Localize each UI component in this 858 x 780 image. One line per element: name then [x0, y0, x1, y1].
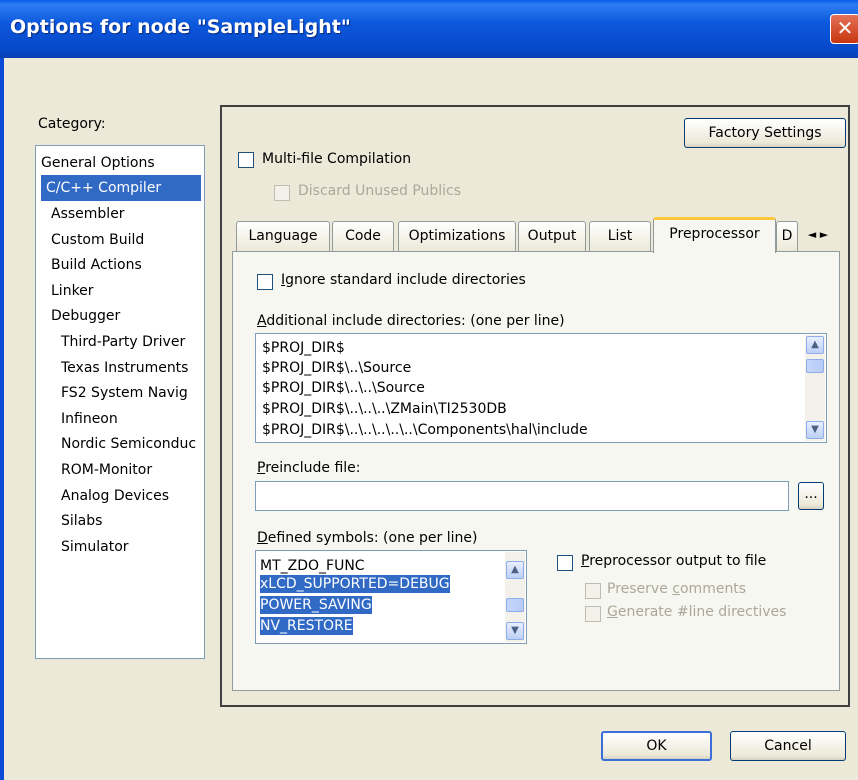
generate-line-directives-label: Generate #line directives: [607, 604, 786, 620]
tab-diagnostics[interactable]: D: [776, 221, 798, 251]
tab-preprocessor[interactable]: Preprocessor: [653, 217, 776, 253]
include-directory-line: $PROJ_DIR$\..\..\Source: [262, 380, 425, 396]
tab-scroll-buttons[interactable]: ◄ ►: [796, 224, 840, 246]
ok-button[interactable]: OK: [601, 731, 712, 761]
preprocessor-output-text: reprocessor output to file: [589, 553, 767, 569]
discard-unused-publics-checkbox: [274, 185, 290, 201]
scroll-up-icon[interactable]: ▲: [806, 336, 824, 354]
preinclude-file-text: reinclude file:: [265, 460, 361, 476]
defined-symbol-line: NV_RESTORE: [260, 617, 353, 635]
include-directory-line: $PROJ_DIR$\..\..\..\..\..\Components\hal…: [262, 422, 588, 438]
tab-code[interactable]: Code: [332, 221, 394, 251]
ignore-standard-include-text: gnore standard include directories: [285, 272, 526, 288]
category-item-rom-monitor[interactable]: ROM-Monitor: [61, 457, 152, 483]
category-item-nordic-semiconductor[interactable]: Nordic Semiconduc: [61, 431, 196, 457]
include-directories-scrollbar[interactable]: ▲ ▼: [805, 335, 825, 441]
preserve-comments-text-pre: Preserve: [607, 581, 673, 597]
preprocessor-output-label: Preprocessor output to file: [581, 553, 766, 569]
scroll-up-icon[interactable]: ▲: [506, 561, 524, 579]
defined-symbols-text: efined symbols: (one per line): [267, 530, 478, 546]
defined-symbols-scrollbar[interactable]: ▲ ▼: [505, 552, 525, 642]
category-item-silabs[interactable]: Silabs: [61, 508, 102, 534]
category-item-third-party-driver[interactable]: Third-Party Driver: [61, 329, 185, 355]
category-item-simulator[interactable]: Simulator: [61, 534, 129, 560]
scroll-thumb[interactable]: [806, 359, 824, 373]
defined-symbol-line: xLCD_SUPPORTED=DEBUG: [260, 575, 450, 593]
multi-file-compilation-checkbox[interactable]: [238, 152, 254, 168]
scroll-down-icon[interactable]: ▼: [806, 421, 824, 439]
include-directories-text: dditional include directories: (one per …: [266, 313, 565, 329]
close-button[interactable]: ✕: [830, 14, 858, 44]
factory-settings-button[interactable]: Factory Settings: [684, 118, 846, 148]
preserve-comments-text-post: omments: [679, 581, 747, 597]
include-directory-line: $PROJ_DIR$\..\..\..\ZMain\TI2530DB: [262, 401, 507, 417]
tab-list[interactable]: List: [589, 221, 651, 251]
include-directory-line: $PROJ_DIR$\..\Source: [262, 360, 412, 376]
include-directories-textarea[interactable]: $PROJ_DIR$ $PROJ_DIR$\..\Source $PROJ_DI…: [255, 333, 827, 443]
category-item-fs2-system-navigator[interactable]: FS2 System Navig: [61, 380, 188, 406]
include-directory-line: $PROJ_DIR$: [262, 340, 345, 356]
window-title: Options for node "SampleLight": [10, 16, 351, 38]
category-item-c-compiler[interactable]: C/C++ Compiler: [41, 175, 201, 201]
tab-scroll-left-icon[interactable]: ◄: [808, 228, 816, 241]
tab-scroll-right-icon[interactable]: ►: [820, 228, 828, 241]
preprocessor-output-checkbox[interactable]: [557, 555, 573, 571]
multi-file-compilation-label: Multi-file Compilation: [262, 151, 412, 167]
ignore-standard-include-label: Ignore standard include directories: [281, 272, 526, 288]
include-directories-label: Additional include directories: (one per…: [257, 313, 565, 329]
ignore-standard-include-checkbox[interactable]: [257, 274, 273, 290]
preprocessor-output-mnemonic: P: [581, 553, 590, 569]
generate-line-directives-mnemonic: G: [607, 604, 618, 620]
category-item-analog-devices[interactable]: Analog Devices: [61, 483, 169, 509]
defined-symbol-line: MT_ZDO_FUNC: [260, 558, 365, 574]
category-item-custom-build[interactable]: Custom Build: [51, 227, 144, 253]
tab-optimizations[interactable]: Optimizations: [398, 221, 516, 251]
browse-button[interactable]: ...: [798, 482, 824, 510]
category-item-assembler[interactable]: Assembler: [51, 201, 125, 227]
defined-symbols-textarea[interactable]: MT_ZDO_FUNC xLCD_SUPPORTED=DEBUG POWER_S…: [255, 550, 527, 644]
category-item-build-actions[interactable]: Build Actions: [51, 252, 142, 278]
close-icon: ✕: [836, 16, 854, 40]
tab-language[interactable]: Language: [236, 221, 330, 251]
tab-output[interactable]: Output: [518, 221, 586, 251]
category-item-general-options[interactable]: General Options: [41, 150, 155, 176]
preinclude-file-input[interactable]: [255, 481, 789, 511]
preserve-comments-mnemonic: c: [672, 581, 680, 597]
scroll-down-icon[interactable]: ▼: [506, 622, 524, 640]
preinclude-file-mnemonic: P: [257, 460, 266, 476]
discard-unused-publics-label: Discard Unused Publics: [298, 183, 462, 199]
defined-symbol-line: POWER_SAVING: [260, 596, 372, 614]
category-item-debugger[interactable]: Debugger: [51, 303, 120, 329]
cancel-button[interactable]: Cancel: [730, 731, 846, 761]
defined-symbols-label: Defined symbols: (one per line): [257, 530, 477, 546]
category-item-texas-instruments[interactable]: Texas Instruments: [61, 355, 188, 381]
window-frame: [0, 58, 4, 780]
defined-symbols-mnemonic: D: [257, 530, 268, 546]
generate-line-directives-checkbox: [585, 606, 601, 622]
preinclude-file-label: Preinclude file:: [257, 460, 360, 476]
title-bar: Options for node "SampleLight" ✕: [0, 0, 858, 58]
category-label: Category:: [38, 116, 106, 132]
preserve-comments-label: Preserve comments: [607, 581, 746, 597]
include-directories-mnemonic: A: [257, 313, 267, 329]
preserve-comments-checkbox: [585, 583, 601, 599]
generate-line-directives-text: enerate #line directives: [617, 604, 787, 620]
category-list[interactable]: General Options C/C++ Compiler Assembler…: [35, 145, 205, 659]
category-item-linker[interactable]: Linker: [51, 278, 94, 304]
scroll-thumb[interactable]: [506, 598, 524, 612]
category-item-infineon[interactable]: Infineon: [61, 406, 118, 432]
